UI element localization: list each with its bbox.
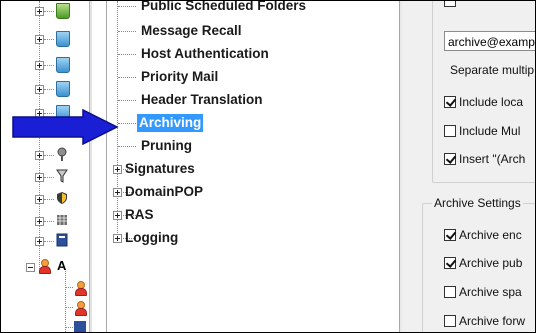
user-icon: [38, 259, 51, 274]
expand-icon[interactable]: [35, 151, 44, 160]
separate-multiple-text: Separate multip: [450, 63, 535, 77]
user-icon: [74, 281, 87, 296]
expand-icon[interactable]: [35, 61, 44, 70]
expand-icon[interactable]: [35, 217, 44, 226]
archiving-settings-pane: archive@examp Separate multip Include lo…: [402, 1, 535, 332]
tree-item-signatures[interactable]: Signatures: [123, 160, 197, 178]
tree-item-message-recall[interactable]: Message Recall: [139, 22, 244, 40]
tree-item-domainpop[interactable]: DomainPOP: [123, 183, 205, 201]
expand-icon[interactable]: [113, 211, 122, 220]
tree-item-header-translation[interactable]: Header Translation: [139, 91, 265, 109]
tools-icon: [56, 147, 68, 161]
account-name-label[interactable]: A: [57, 258, 66, 273]
grid-icon: [56, 213, 68, 227]
left-tree-panel: A: [1, 1, 89, 332]
mailbox-icon: [56, 31, 70, 47]
archive-email-input[interactable]: archive@examp: [444, 31, 535, 51]
arrow-right-icon: [12, 109, 119, 145]
expand-icon[interactable]: [35, 237, 44, 246]
folder-icon: [56, 3, 70, 19]
archive-settings-legend: Archive Settings: [432, 196, 523, 210]
filter-icon: [56, 169, 68, 183]
tree-item-ras[interactable]: RAS: [123, 206, 156, 224]
expand-icon[interactable]: [35, 7, 44, 16]
group-icon: [74, 321, 86, 332]
expand-icon[interactable]: [113, 165, 122, 174]
expand-icon[interactable]: [113, 234, 122, 243]
tree-item-public-scheduled-folders[interactable]: Public Scheduled Folders: [139, 1, 308, 15]
tree-item-logging[interactable]: Logging: [123, 229, 180, 247]
settings-tree: Public Scheduled Folders Message Recall …: [107, 1, 399, 332]
database-icon: [56, 233, 68, 247]
expand-icon[interactable]: [35, 35, 44, 44]
tree-guide-line: [65, 271, 66, 332]
expand-icon[interactable]: [35, 173, 44, 182]
collapse-icon[interactable]: [26, 263, 35, 272]
tree-item-archiving[interactable]: Archiving: [137, 114, 204, 132]
window-frame: A Public Scheduled Folders Message Recal…: [0, 0, 536, 333]
tree-item-priority-mail[interactable]: Priority Mail: [139, 68, 220, 86]
expand-icon[interactable]: [35, 85, 44, 94]
mailbox-icon: [56, 81, 70, 97]
expand-icon[interactable]: [35, 195, 44, 204]
user-icon: [74, 301, 87, 316]
tree-item-pruning[interactable]: Pruning: [139, 137, 194, 155]
shield-icon: [56, 191, 68, 205]
tree-item-host-authentication[interactable]: Host Authentication: [139, 45, 271, 63]
mailbox-icon: [56, 57, 70, 73]
expand-icon[interactable]: [113, 188, 122, 197]
